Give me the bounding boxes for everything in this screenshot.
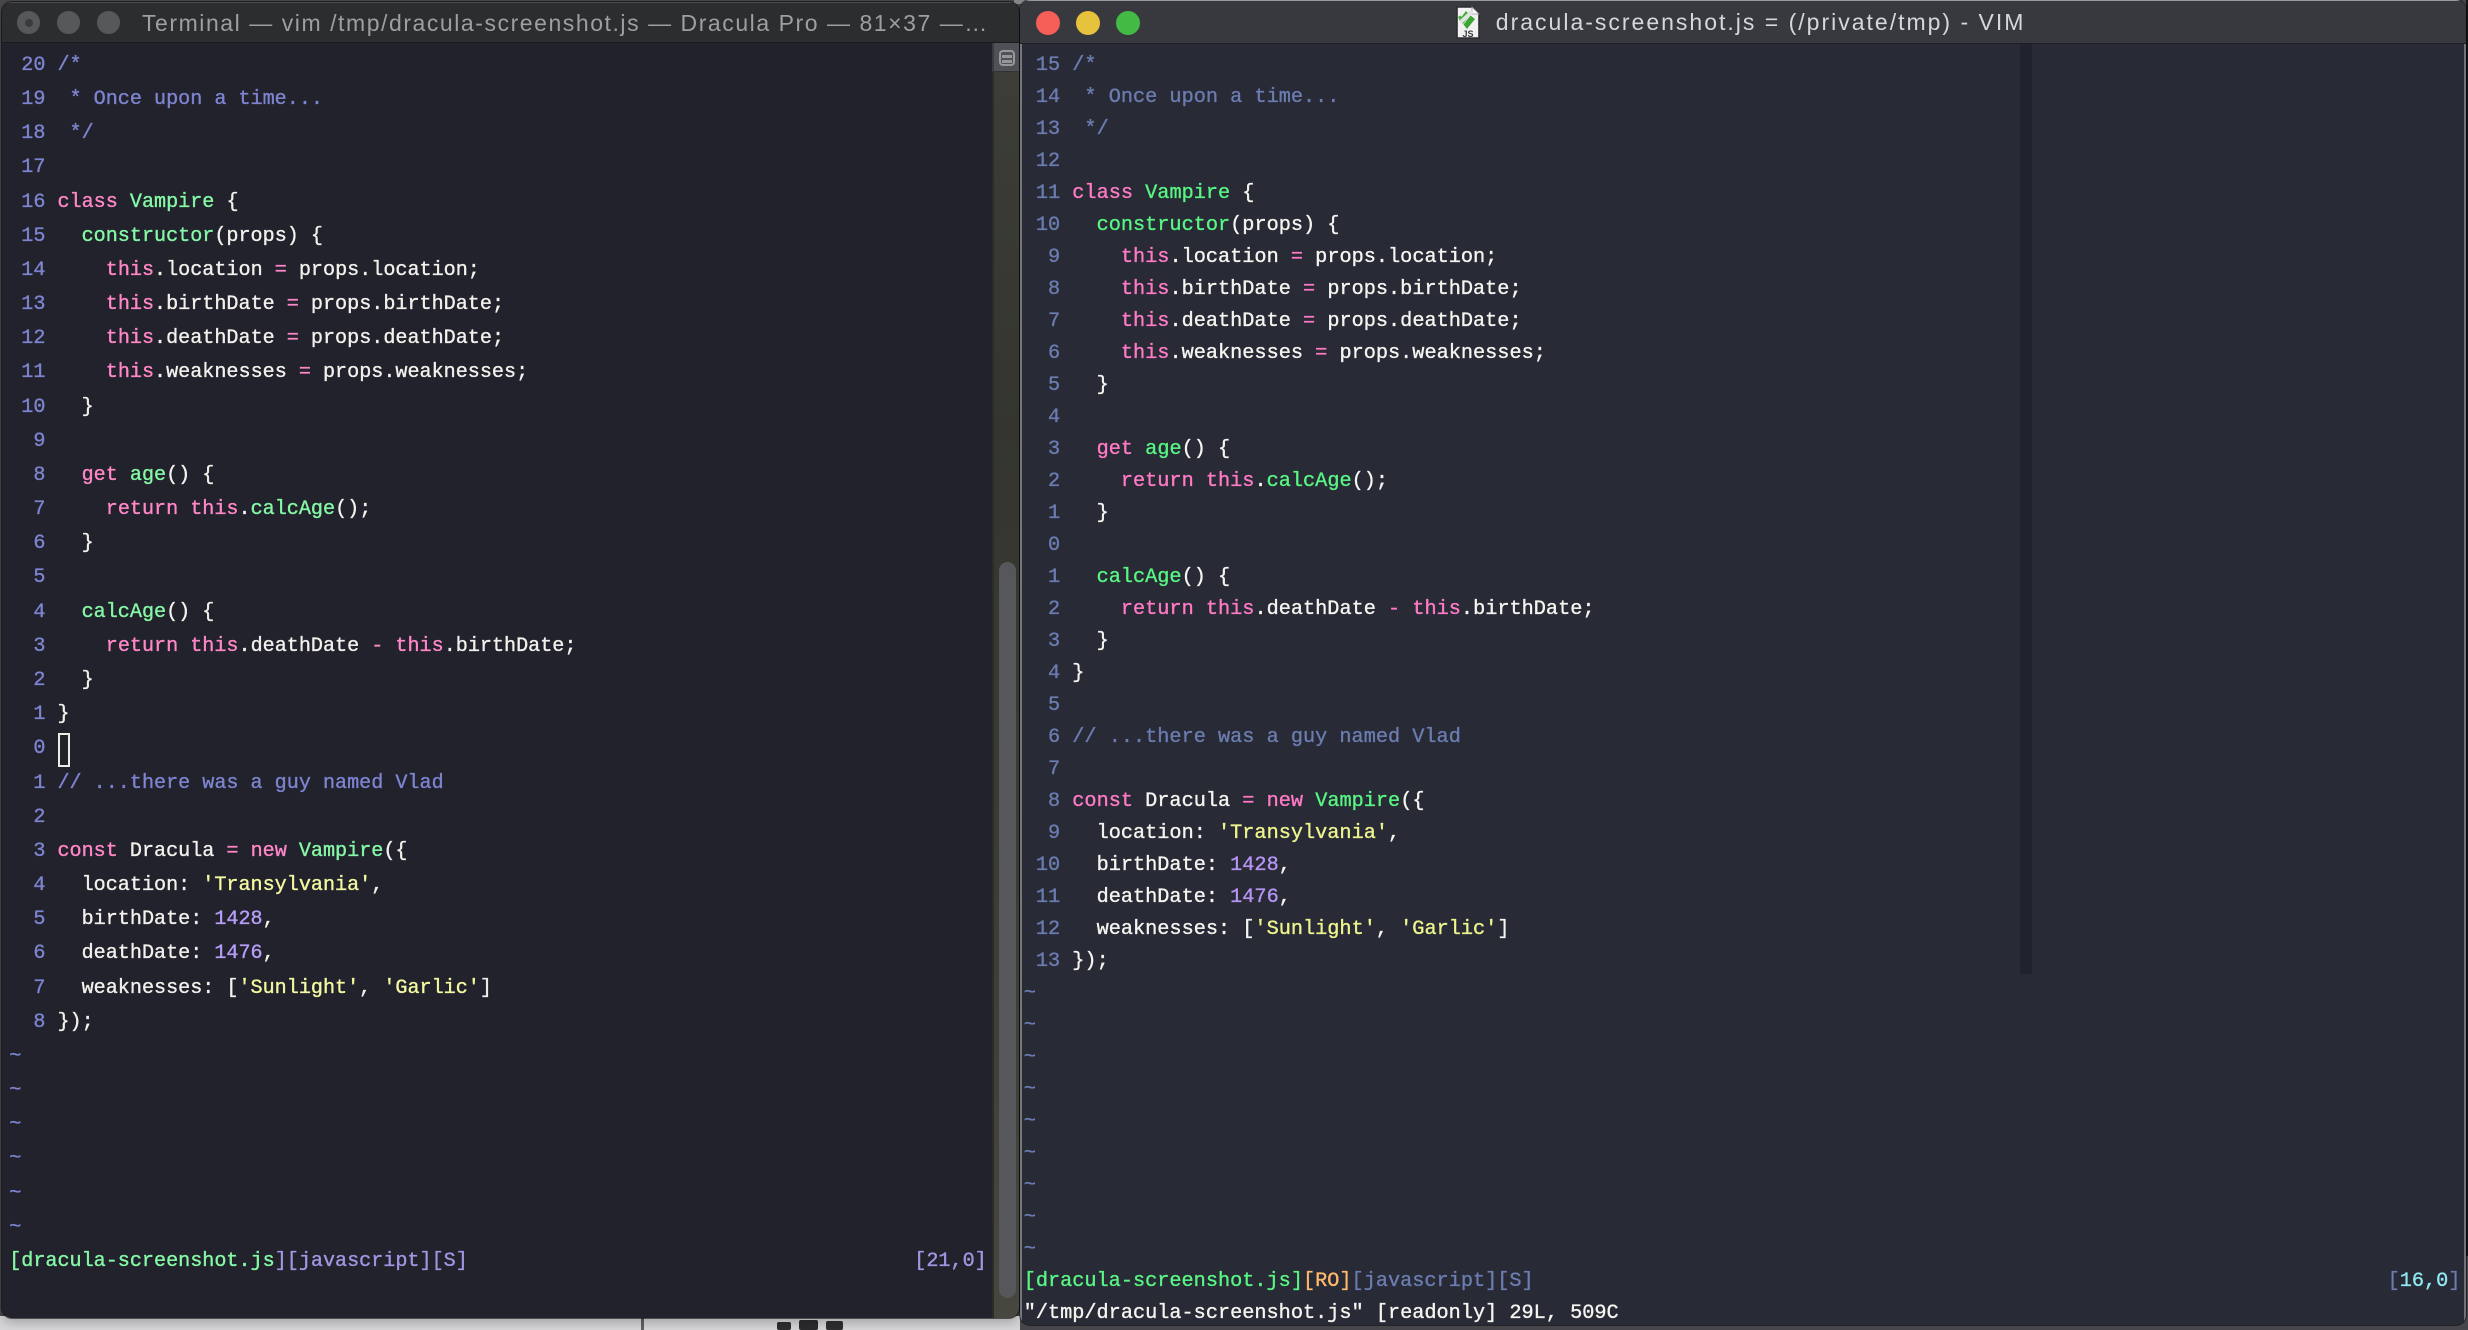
svg-text:JS: JS — [1462, 29, 1473, 39]
